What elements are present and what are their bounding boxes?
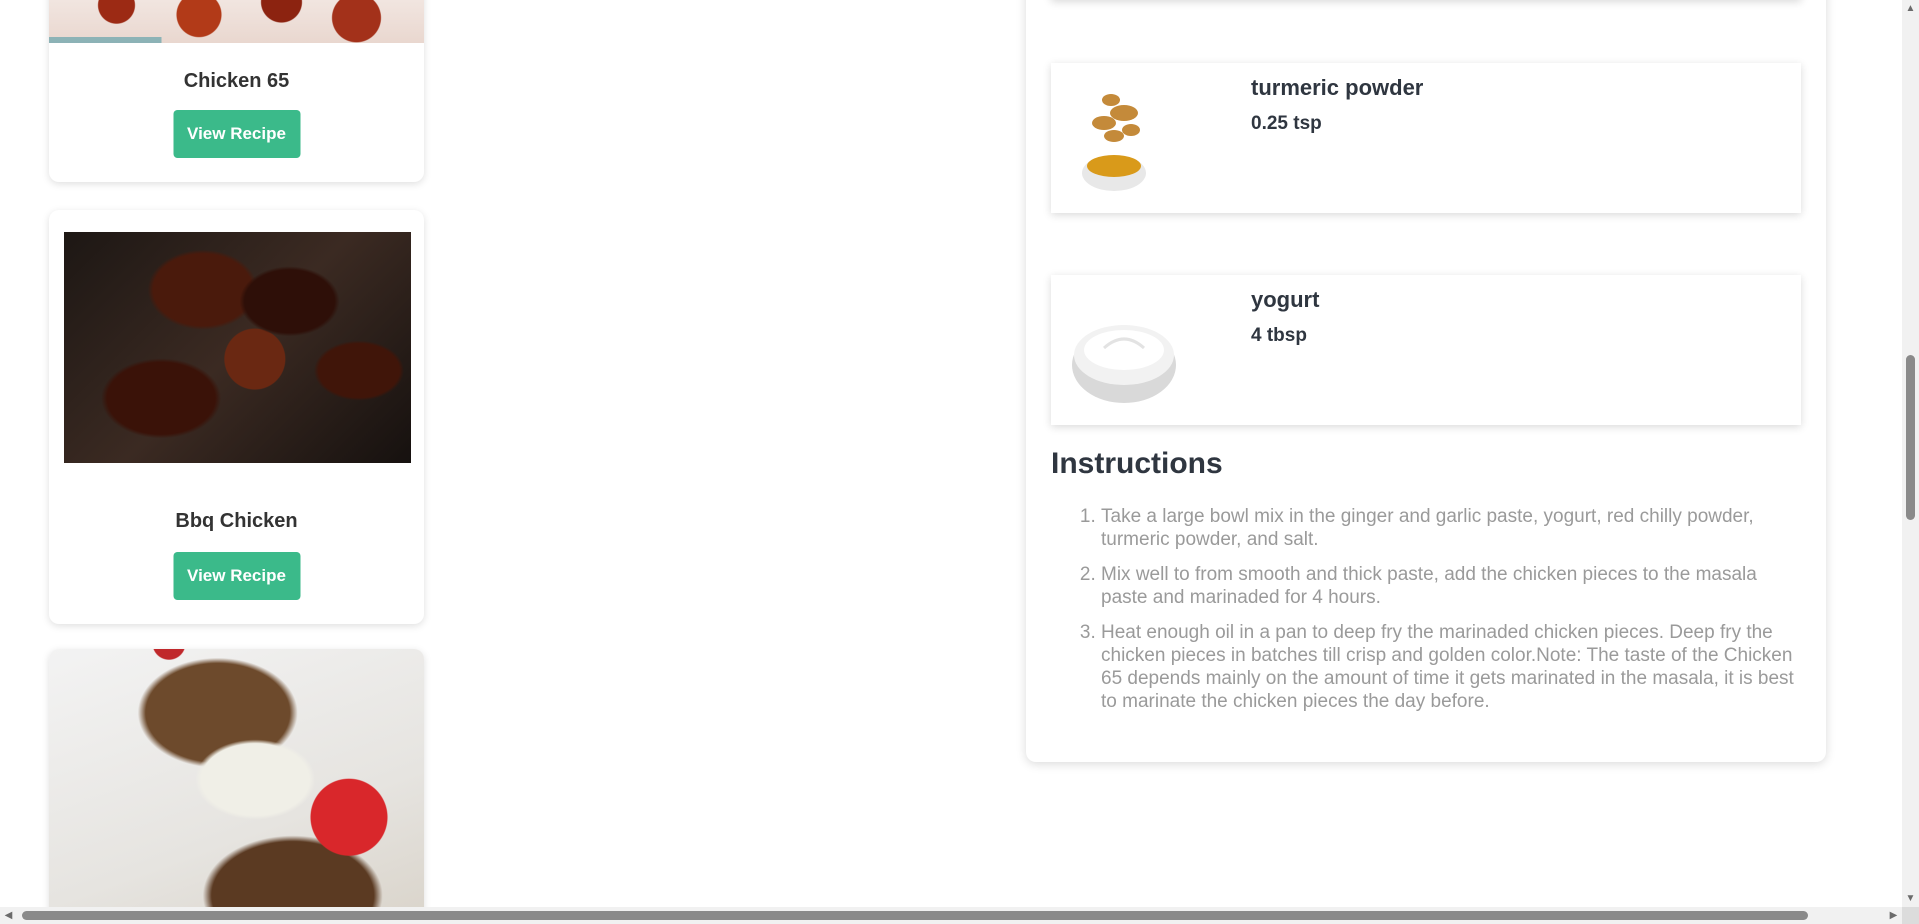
- ingredient-quantity: 4 tbsp: [1251, 325, 1307, 346]
- recipe-title: Bbq Chicken: [175, 510, 298, 532]
- page: Chicken 65 View Recipe Bbq Chicken View …: [0, 0, 1919, 924]
- horizontal-scrollbar[interactable]: ◀ ▶: [0, 907, 1902, 924]
- instruction-step: Mix well to from smooth and thick paste,…: [1101, 563, 1801, 609]
- ingredient-card: turmeric powder 0.25 tsp: [1051, 63, 1801, 213]
- recipe-card: Chicken 65 View Recipe: [49, 0, 424, 182]
- horizontal-scroll-thumb[interactable]: [22, 911, 1808, 920]
- recipe-card: [49, 649, 424, 924]
- instruction-step: Take a large bowl mix in the ginger and …: [1101, 505, 1801, 551]
- ingredient-quantity: 0.25 tsp: [1251, 113, 1322, 134]
- scroll-down-icon[interactable]: ▼: [1902, 890, 1919, 907]
- view-recipe-button[interactable]: View Recipe: [173, 552, 300, 600]
- recipe-title: Chicken 65: [183, 70, 290, 92]
- scrollbar-corner: [1902, 907, 1919, 924]
- yogurt-image: [1072, 325, 1176, 403]
- vertical-scroll-thumb[interactable]: [1906, 355, 1915, 520]
- recipe-card: Bbq Chicken View Recipe: [49, 210, 424, 624]
- turmeric-image: [1082, 94, 1146, 191]
- instructions-list: Take a large bowl mix in the ginger and …: [1051, 505, 1801, 725]
- scroll-up-icon[interactable]: ▲: [1902, 0, 1919, 17]
- instruction-step: Heat enough oil in a pan to deep fry the…: [1101, 621, 1801, 713]
- scroll-left-icon[interactable]: ◀: [0, 907, 17, 924]
- recipe-image-chicken-65: [49, 0, 424, 43]
- recipe-image: [49, 649, 424, 924]
- scroll-right-icon[interactable]: ▶: [1885, 907, 1902, 924]
- view-recipe-button[interactable]: View Recipe: [173, 110, 300, 158]
- ingredient-card: yogurt 4 tbsp: [1051, 275, 1801, 425]
- recipe-image-bbq-chicken: [64, 232, 411, 463]
- ingredient-name: yogurt: [1251, 287, 1320, 312]
- ingredient-name: turmeric powder: [1251, 75, 1424, 100]
- instructions-heading: Instructions: [1051, 447, 1223, 480]
- vertical-scrollbar[interactable]: ▲ ▼: [1902, 0, 1919, 924]
